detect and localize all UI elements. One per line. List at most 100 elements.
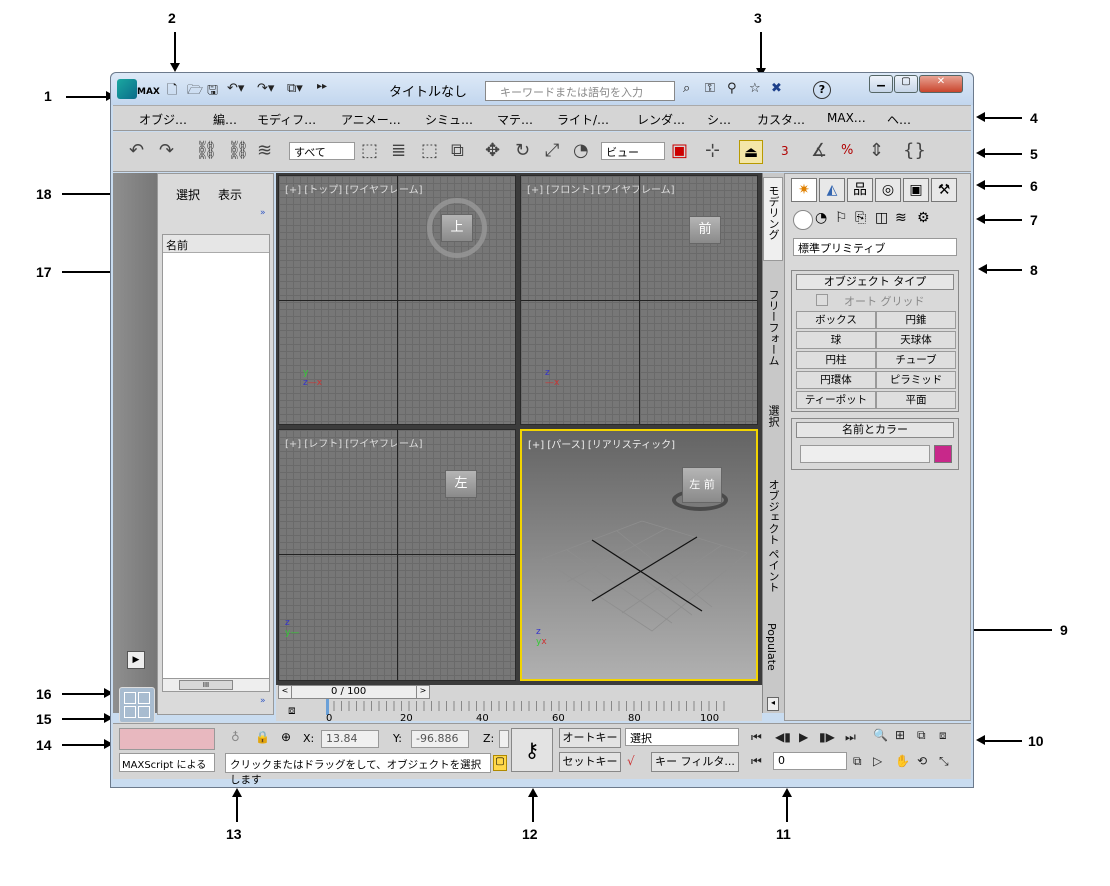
isolate-icon[interactable]: ♁ [231, 730, 240, 744]
x-coordinate-field[interactable]: 13.84 [321, 730, 379, 748]
ribbon-tab-selection[interactable]: 選択 [765, 405, 781, 427]
snaps-toggle-icon[interactable]: 3 [781, 140, 789, 162]
app-logo-icon[interactable] [117, 79, 137, 99]
orbit-icon[interactable]: ⟲ [917, 754, 927, 768]
redo-icon[interactable]: ↷ [159, 140, 174, 162]
zoom-extents-all-icon[interactable]: ⧈ [939, 728, 947, 743]
redo-icon[interactable]: ↷▾ [257, 81, 274, 96]
teapot-button[interactable]: ティーポット [796, 391, 876, 409]
torus-button[interactable]: 円環体 [796, 371, 876, 389]
z-coordinate-field[interactable] [499, 730, 509, 748]
column-header-name[interactable]: 名前 [163, 235, 269, 253]
cone-button[interactable]: 円錐 [876, 311, 956, 329]
menu-scene[interactable]: シ… [707, 111, 731, 128]
select-manipulate-icon[interactable]: ⊹ [705, 140, 720, 162]
tube-button[interactable]: チューブ [876, 351, 956, 369]
communication-icon[interactable]: ⚲ [727, 81, 737, 96]
absolute-mode-icon[interactable]: ⊕ [281, 730, 291, 744]
rotate-icon[interactable]: ↻ [515, 140, 530, 162]
key-icon[interactable]: ⚿ [705, 81, 715, 96]
viewport-layout-button[interactable] [119, 687, 155, 723]
expand-icon[interactable]: » [260, 696, 266, 706]
spinner-snap-icon[interactable]: ⇕ [869, 140, 884, 162]
systems-icon[interactable]: ⚙ [917, 210, 930, 226]
exchange-icon[interactable]: ✖ [771, 81, 782, 96]
object-color-swatch[interactable] [934, 445, 952, 463]
menu-modifiers[interactable]: モディフ… [257, 111, 316, 128]
pyramid-button[interactable]: ピラミッド [876, 371, 956, 389]
auto-key-button[interactable]: オートキー [559, 728, 621, 748]
default-tangent-icon[interactable]: √ [627, 754, 635, 768]
autogrid-checkbox[interactable] [816, 294, 828, 306]
maxscript-listener[interactable] [119, 728, 215, 750]
modify-tab-icon[interactable]: ◭ [819, 178, 845, 202]
box-button[interactable]: ボックス [796, 311, 876, 329]
curve-editor-icon[interactable]: ⧈ [288, 703, 296, 718]
viewport-front[interactable]: [+] [フロント] [ワイヤフレーム] 前 z —x [520, 175, 758, 425]
viewport-label[interactable]: [+] [フロント] [ワイヤフレーム] [527, 181, 675, 196]
menu-simulation[interactable]: シミュ… [425, 111, 473, 128]
star-icon[interactable]: ☆ [749, 81, 761, 96]
expand-arrow-icon[interactable]: ▶ [127, 651, 145, 669]
utilities-tab-icon[interactable]: ⚒ [931, 178, 957, 202]
key-filters-button[interactable]: キー フィルタ... [651, 752, 739, 772]
time-slider[interactable]: < 0 / 100 > [278, 685, 430, 699]
select-by-name-icon[interactable]: ≣ [391, 140, 406, 162]
next-frame-arrow-icon[interactable]: > [416, 685, 430, 699]
y-coordinate-field[interactable]: -96.886 [411, 730, 469, 748]
reference-coordinate-dropdown[interactable]: ビュー [601, 142, 665, 160]
scale-icon[interactable]: ⤢ [545, 140, 559, 162]
name-color-title[interactable]: 名前とカラー [796, 422, 954, 438]
viewport-label[interactable]: [+] [レフト] [ワイヤフレーム] [285, 435, 423, 450]
goto-start-icon[interactable]: ⏮ [751, 730, 762, 745]
viewcube-front[interactable]: 前 [689, 216, 721, 244]
zoom-extents-icon[interactable]: ⧉ [917, 728, 926, 743]
viewcube-left[interactable]: 左 [445, 470, 477, 498]
next-frame-icon[interactable]: ▮▶ [819, 730, 835, 744]
ribbon-tab-populate[interactable]: Populate [765, 623, 778, 671]
project-icon[interactable]: ⧉▾ [287, 81, 303, 96]
undo-icon[interactable]: ↶▾ [227, 81, 244, 96]
more-icon[interactable]: ▸▸ [317, 81, 327, 92]
key-mode-toggle-icon[interactable]: ⏮ [751, 754, 762, 769]
select-object-icon[interactable]: ⬚ [361, 140, 378, 162]
viewport-left[interactable]: [+] [レフト] [ワイヤフレーム] 左 z y— [278, 429, 516, 681]
track-bar[interactable] [326, 701, 726, 711]
lock-icon[interactable]: 🔒 [255, 730, 270, 744]
viewport-top[interactable]: [+] [トップ] [ワイヤフレーム] 上 y z—x [278, 175, 516, 425]
cameras-icon[interactable]: ⎘ [855, 210, 866, 226]
menu-materials[interactable]: マテ… [497, 111, 533, 128]
time-config-icon[interactable]: ⧉ [853, 754, 862, 769]
motion-tab-icon[interactable]: ◎ [875, 178, 901, 202]
percent-snap-icon[interactable]: % [841, 140, 853, 162]
menu-rendering[interactable]: レンダ… [637, 111, 685, 128]
undo-icon[interactable]: ↶ [129, 140, 144, 162]
hierarchy-tab-icon[interactable]: 品 [847, 178, 873, 202]
new-file-icon[interactable]: 🗋 [167, 81, 177, 103]
minimize-icon[interactable]: ▁ [869, 75, 893, 93]
save-icon[interactable]: 🖫 [207, 81, 218, 103]
prev-frame-arrow-icon[interactable]: < [278, 685, 292, 699]
rect-selection-icon[interactable]: ⬚ [421, 140, 438, 162]
expand-icon[interactable]: » [260, 208, 266, 218]
selection-filter-dropdown[interactable]: すべて [289, 142, 355, 160]
window-crossing-icon[interactable]: ⧉ [451, 140, 464, 162]
viewport-label[interactable]: [+] [トップ] [ワイヤフレーム] [285, 181, 423, 196]
maximize-icon[interactable]: ▢ [894, 75, 918, 93]
play-icon[interactable]: ▶ [799, 730, 808, 744]
close-icon[interactable]: ✕ [919, 75, 963, 93]
link-icon[interactable]: ⛓ [195, 140, 218, 162]
goto-end-icon[interactable]: ⏭ [845, 730, 856, 745]
maxscript-mini-listener[interactable]: MAXScript による [119, 753, 215, 772]
help-icon[interactable]: ? [813, 81, 831, 99]
ribbon-tab-object-paint[interactable]: オブジェクト ペイント [765, 479, 781, 593]
set-key-button[interactable]: セットキー [559, 752, 621, 772]
menu-customize[interactable]: カスタ… [757, 111, 805, 128]
zoom-icon[interactable]: 🔍 [873, 728, 888, 742]
scene-object-list[interactable]: 名前 [162, 234, 270, 689]
lights-icon[interactable]: ⚐ [835, 210, 848, 226]
pivot-center-icon[interactable]: ▣ [671, 140, 688, 162]
primitive-category-dropdown[interactable]: 標準プリミティブ [793, 238, 957, 256]
collapse-ribbon-icon[interactable]: ◂ [767, 697, 779, 711]
viewcube-perspective[interactable]: 左 前 [682, 467, 722, 503]
